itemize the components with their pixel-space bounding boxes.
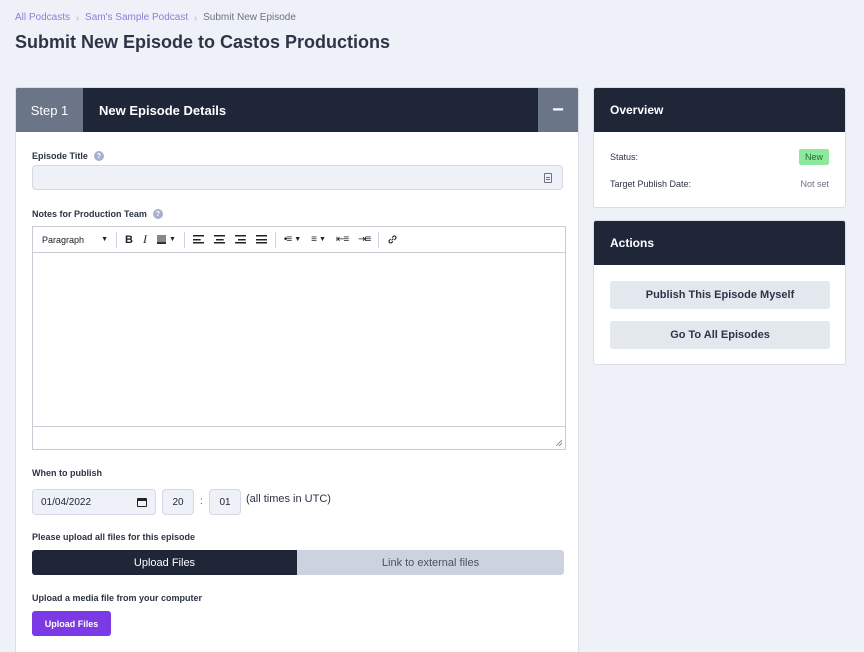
- step-header: Step 1 New Episode Details −: [16, 88, 578, 132]
- episode-title-input[interactable]: [33, 166, 562, 189]
- breadcrumb-current: Submit New Episode: [203, 12, 296, 23]
- bullet-list-button[interactable]: •≡ ▼: [279, 230, 306, 250]
- episode-details-card: Step 1 New Episode Details − Episode Tit…: [15, 87, 579, 652]
- caret-down-icon: ▼: [168, 236, 176, 243]
- upload-files-tab[interactable]: Upload Files: [32, 550, 297, 575]
- numbered-list-button[interactable]: ≡ ▼: [306, 230, 331, 250]
- bullet-list-icon: •≡: [283, 234, 292, 245]
- upload-files-button[interactable]: Upload Files: [32, 611, 111, 636]
- caret-down-icon: ▼: [319, 236, 326, 243]
- breadcrumb-all-podcasts[interactable]: All Podcasts: [15, 12, 70, 23]
- publish-hour-input[interactable]: 20: [162, 489, 194, 515]
- publish-date-input[interactable]: 01/04/2022: [32, 489, 156, 515]
- publish-minute-input[interactable]: 01: [209, 489, 241, 515]
- upload-files-label: Please upload all files for this episode: [32, 532, 196, 542]
- notes-label: Notes for Production Team ?: [32, 209, 163, 219]
- page-title: Submit New Episode to Castos Productions: [15, 32, 391, 52]
- status-row: Status: New: [610, 149, 829, 165]
- status-label: Status:: [610, 152, 639, 162]
- breadcrumb-podcast[interactable]: Sam's Sample Podcast: [85, 12, 188, 23]
- actions-card: Actions Publish This Episode Myself Go T…: [593, 220, 846, 365]
- actions-title: Actions: [594, 221, 845, 265]
- align-right-button[interactable]: [230, 230, 251, 250]
- contact-card-icon: [544, 173, 552, 183]
- chevron-right-icon: ›: [76, 12, 80, 23]
- text-color-icon: [156, 235, 166, 244]
- episode-title-label: Episode Title ?: [32, 151, 104, 161]
- indent-button[interactable]: ⇥≡: [353, 230, 375, 250]
- align-center-icon: [213, 235, 225, 244]
- resize-handle-icon[interactable]: [556, 440, 562, 446]
- bold-button[interactable]: B: [120, 230, 138, 250]
- align-justify-icon: [255, 235, 267, 244]
- when-to-publish-label: When to publish: [32, 468, 102, 478]
- step-label: Step 1: [16, 88, 83, 132]
- italic-button[interactable]: I: [138, 230, 152, 250]
- status-badge: New: [798, 149, 829, 165]
- help-icon[interactable]: ?: [93, 151, 104, 161]
- align-left-icon: [192, 235, 204, 244]
- help-icon[interactable]: ?: [152, 209, 163, 219]
- publish-myself-button[interactable]: Publish This Episode Myself: [610, 281, 830, 309]
- align-justify-button[interactable]: [251, 230, 272, 250]
- target-date-row: Target Publish Date: Not set: [610, 179, 829, 189]
- step-title: New Episode Details: [99, 102, 227, 118]
- insert-link-button[interactable]: [382, 230, 403, 250]
- caret-down-icon: ▼: [294, 236, 302, 243]
- indent-icon: ⇥≡: [358, 234, 371, 245]
- episode-title-label-text: Episode Title: [32, 151, 88, 161]
- text-color-button[interactable]: ▼: [152, 230, 181, 250]
- time-separator: :: [200, 496, 203, 507]
- notes-editor: Paragraph ▼ B I ▼ •≡ ▼ ≡ ▼ ⇤≡ ⇥≡: [32, 226, 566, 450]
- overview-card: Overview Status: New Target Publish Date…: [593, 87, 846, 208]
- notes-label-text: Notes for Production Team: [32, 209, 147, 219]
- calendar-icon[interactable]: [137, 498, 147, 507]
- align-right-icon: [234, 235, 246, 244]
- toolbar-divider: [378, 231, 380, 248]
- align-center-button[interactable]: [209, 230, 230, 250]
- toolbar-divider: [116, 231, 117, 248]
- utc-note: (all times in UTC): [246, 493, 331, 505]
- overview-title: Overview: [594, 88, 845, 132]
- align-left-button[interactable]: [188, 230, 209, 250]
- link-external-files-tab[interactable]: Link to external files: [297, 550, 564, 575]
- numbered-list-icon: ≡: [311, 234, 317, 245]
- upload-mode-toggle: Upload Files Link to external files: [32, 550, 564, 575]
- target-date-label: Target Publish Date:: [610, 179, 692, 189]
- notes-editor-body[interactable]: [33, 253, 565, 426]
- outdent-button[interactable]: ⇤≡: [331, 230, 353, 250]
- target-date-value: Not set: [800, 179, 829, 189]
- editor-statusbar: [33, 426, 565, 449]
- chevron-right-icon: ›: [194, 12, 198, 23]
- collapse-button[interactable]: −: [538, 88, 578, 132]
- go-to-all-episodes-button[interactable]: Go To All Episodes: [610, 321, 830, 349]
- editor-toolbar: Paragraph ▼ B I ▼ •≡ ▼ ≡ ▼ ⇤≡ ⇥≡: [33, 227, 565, 253]
- paragraph-format-label: Paragraph: [42, 234, 85, 245]
- toolbar-divider: [183, 231, 185, 248]
- publish-date-value: 01/04/2022: [41, 496, 92, 508]
- breadcrumb: All Podcasts › Sam's Sample Podcast › Su…: [15, 12, 296, 23]
- caret-down-icon: ▼: [101, 236, 108, 243]
- paragraph-format-select[interactable]: Paragraph ▼: [37, 230, 113, 250]
- outdent-icon: ⇤≡: [335, 234, 349, 245]
- link-icon: [388, 235, 397, 244]
- media-upload-label: Upload a media file from your computer: [32, 593, 203, 603]
- episode-title-field[interactable]: [32, 165, 563, 190]
- toolbar-divider: [274, 231, 276, 248]
